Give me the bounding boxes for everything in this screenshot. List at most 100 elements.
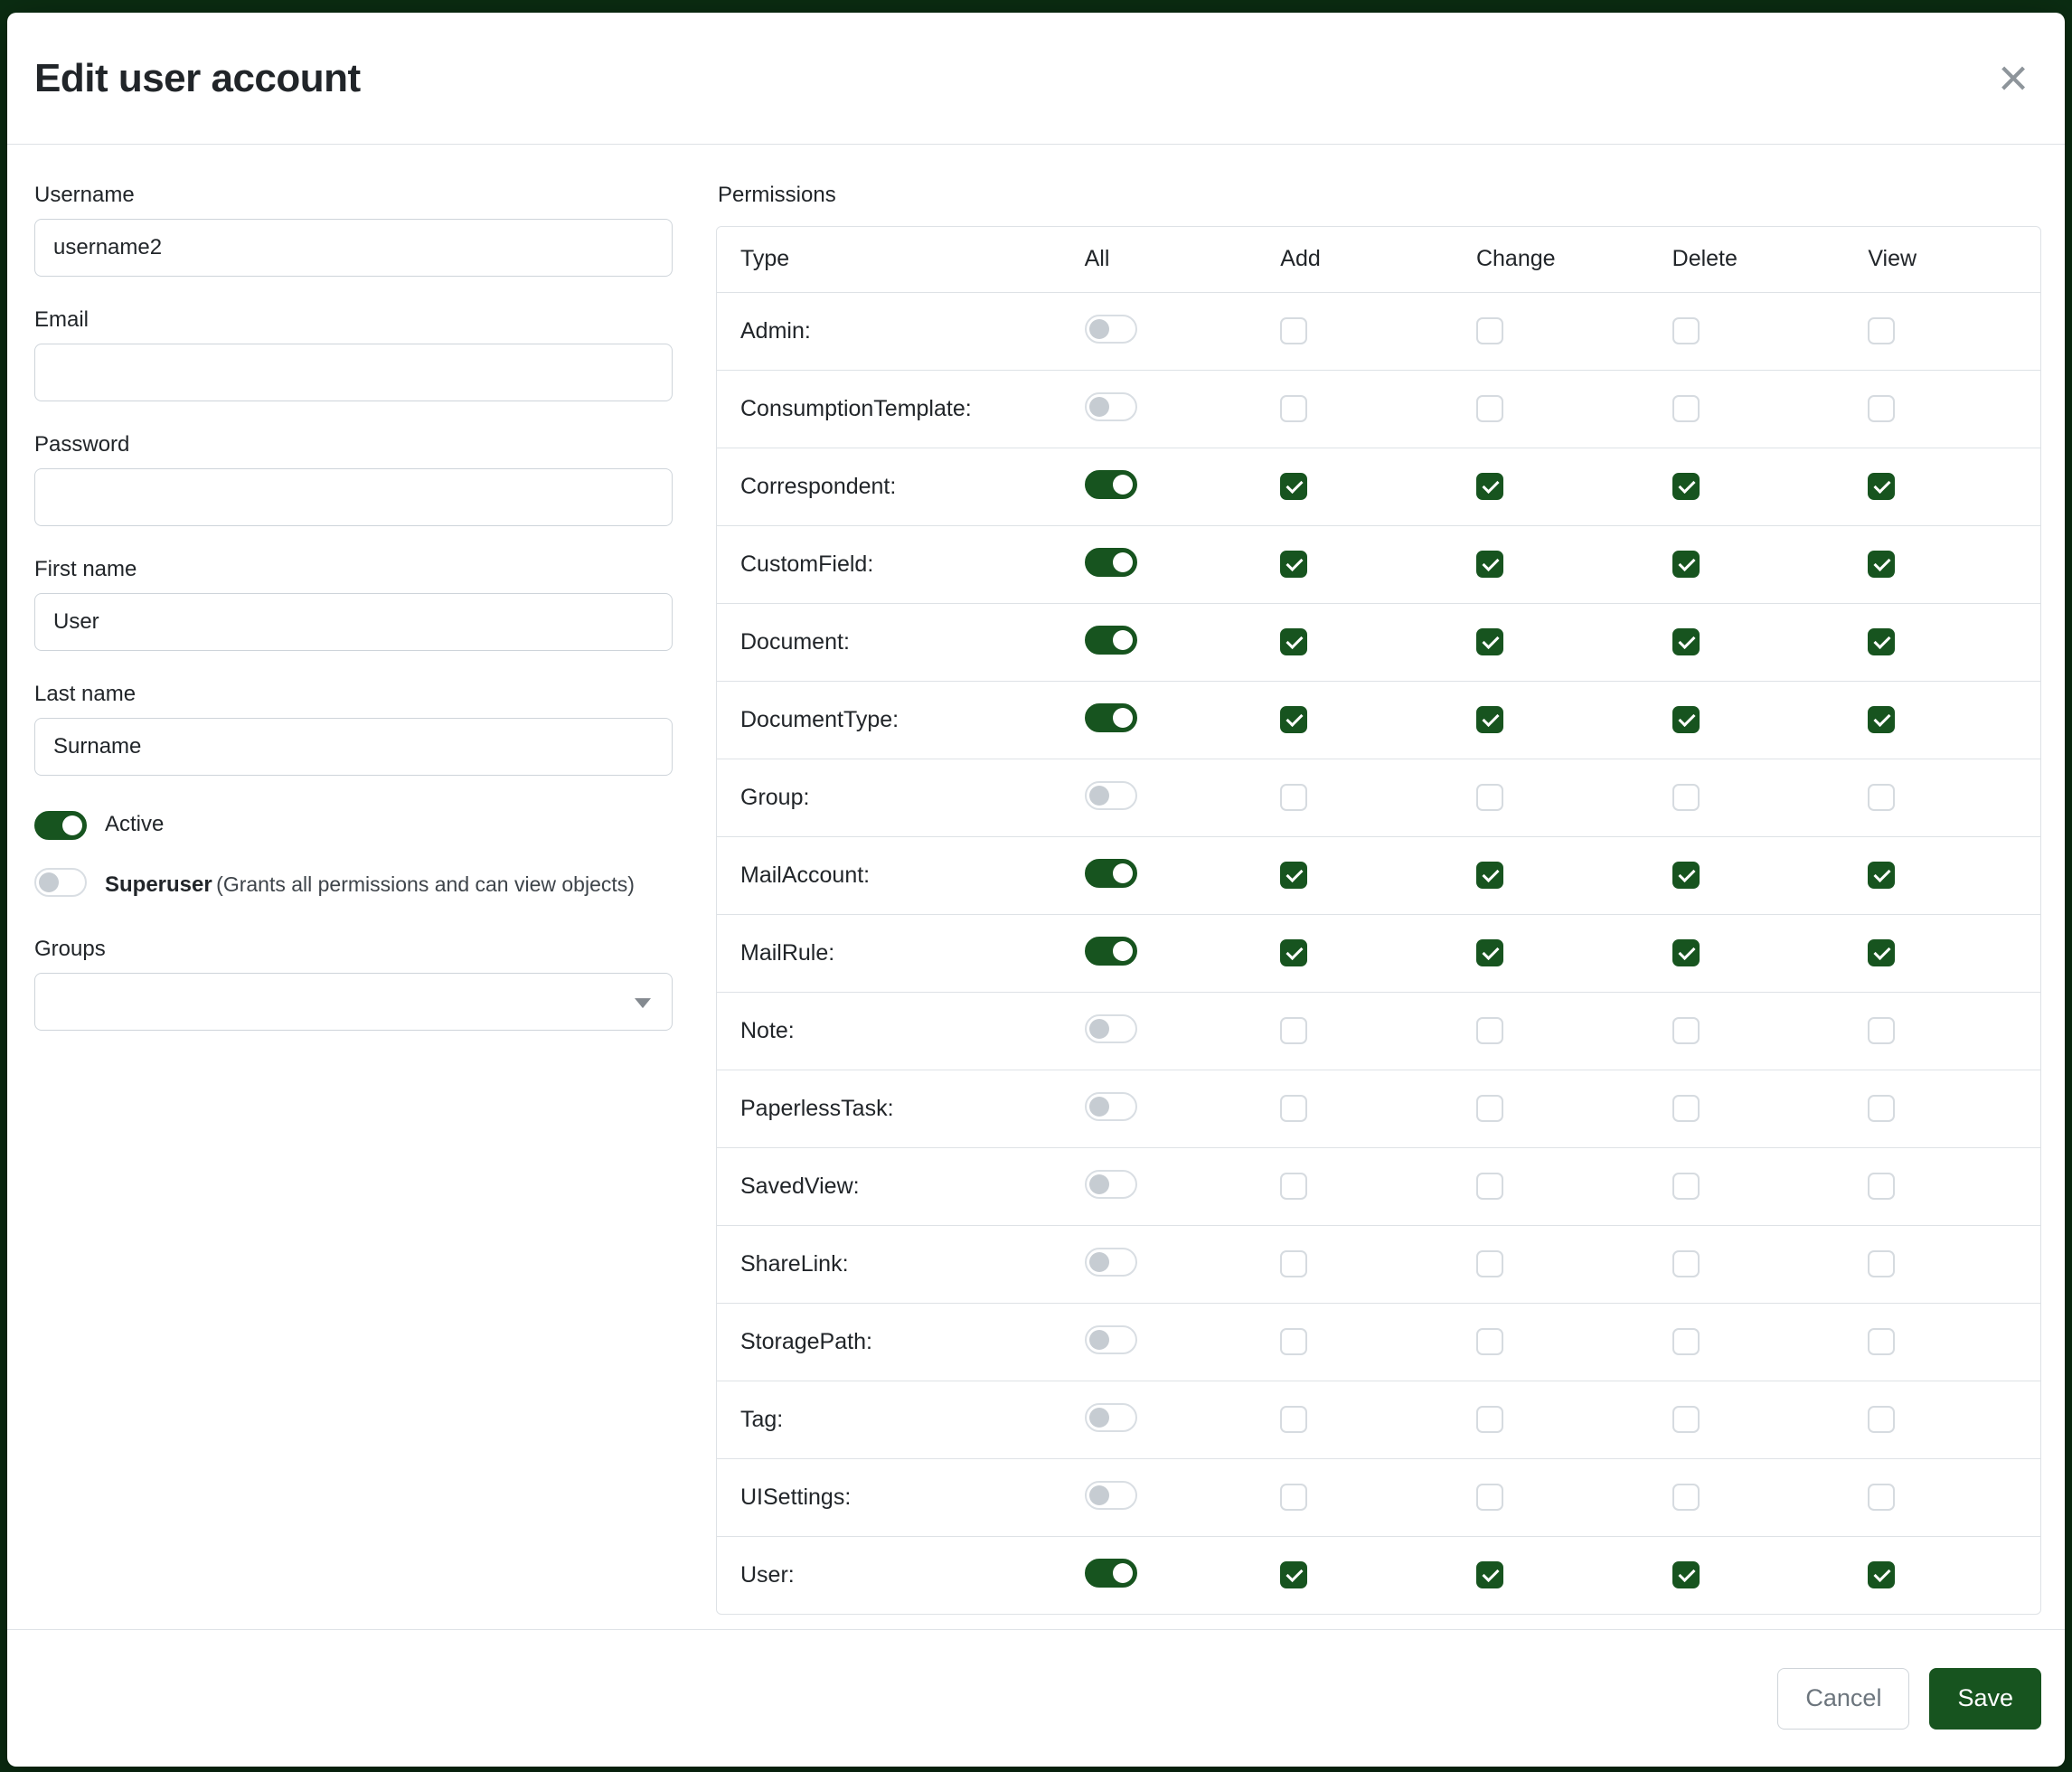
all-toggle[interactable] bbox=[1085, 392, 1137, 421]
add-checkbox[interactable] bbox=[1280, 317, 1307, 344]
cancel-button[interactable]: Cancel bbox=[1777, 1668, 1909, 1730]
all-toggle[interactable] bbox=[1085, 937, 1137, 966]
all-toggle[interactable] bbox=[1085, 1325, 1137, 1354]
change-checkbox[interactable] bbox=[1476, 317, 1503, 344]
delete-checkbox[interactable] bbox=[1672, 862, 1700, 889]
view-checkbox[interactable] bbox=[1868, 1173, 1895, 1200]
close-icon[interactable]: × bbox=[1989, 52, 2038, 105]
add-checkbox[interactable] bbox=[1280, 1173, 1307, 1200]
delete-checkbox[interactable] bbox=[1672, 1250, 1700, 1277]
delete-checkbox[interactable] bbox=[1672, 1328, 1700, 1355]
change-checkbox[interactable] bbox=[1476, 862, 1503, 889]
delete-checkbox[interactable] bbox=[1672, 1484, 1700, 1511]
delete-checkbox[interactable] bbox=[1672, 1017, 1700, 1044]
add-checkbox[interactable] bbox=[1280, 395, 1307, 422]
delete-checkbox[interactable] bbox=[1672, 551, 1700, 578]
view-checkbox[interactable] bbox=[1868, 395, 1895, 422]
view-checkbox[interactable] bbox=[1868, 1328, 1895, 1355]
password-input[interactable] bbox=[34, 468, 673, 526]
view-checkbox[interactable] bbox=[1868, 1017, 1895, 1044]
change-checkbox[interactable] bbox=[1476, 1328, 1503, 1355]
add-checkbox[interactable] bbox=[1280, 473, 1307, 500]
add-checkbox[interactable] bbox=[1280, 1095, 1307, 1122]
last-name-input[interactable] bbox=[34, 718, 673, 776]
view-checkbox[interactable] bbox=[1868, 473, 1895, 500]
change-checkbox[interactable] bbox=[1476, 551, 1503, 578]
delete-checkbox[interactable] bbox=[1672, 317, 1700, 344]
all-toggle[interactable] bbox=[1085, 1170, 1137, 1199]
view-checkbox[interactable] bbox=[1868, 1095, 1895, 1122]
view-checkbox[interactable] bbox=[1868, 939, 1895, 966]
view-checkbox[interactable] bbox=[1868, 551, 1895, 578]
add-checkbox[interactable] bbox=[1280, 939, 1307, 966]
add-checkbox[interactable] bbox=[1280, 551, 1307, 578]
add-checkbox[interactable] bbox=[1280, 1561, 1307, 1588]
all-toggle[interactable] bbox=[1085, 1559, 1137, 1588]
add-checkbox[interactable] bbox=[1280, 706, 1307, 733]
delete-checkbox[interactable] bbox=[1672, 939, 1700, 966]
view-checkbox[interactable] bbox=[1868, 317, 1895, 344]
change-checkbox[interactable] bbox=[1476, 1095, 1503, 1122]
change-checkbox[interactable] bbox=[1476, 395, 1503, 422]
delete-checkbox[interactable] bbox=[1672, 395, 1700, 422]
add-checkbox[interactable] bbox=[1280, 1017, 1307, 1044]
delete-checkbox[interactable] bbox=[1672, 1173, 1700, 1200]
change-checkbox[interactable] bbox=[1476, 1406, 1503, 1433]
all-toggle[interactable] bbox=[1085, 1481, 1137, 1510]
view-checkbox[interactable] bbox=[1868, 1250, 1895, 1277]
change-checkbox[interactable] bbox=[1476, 1173, 1503, 1200]
view-checkbox[interactable] bbox=[1868, 706, 1895, 733]
all-toggle[interactable] bbox=[1085, 1014, 1137, 1043]
add-checkbox[interactable] bbox=[1280, 1328, 1307, 1355]
add-checkbox[interactable] bbox=[1280, 1484, 1307, 1511]
change-checkbox[interactable] bbox=[1476, 784, 1503, 811]
view-checkbox[interactable] bbox=[1868, 862, 1895, 889]
delete-checkbox[interactable] bbox=[1672, 706, 1700, 733]
change-checkbox[interactable] bbox=[1476, 939, 1503, 966]
active-toggle[interactable] bbox=[34, 811, 87, 840]
view-checkbox[interactable] bbox=[1868, 628, 1895, 655]
delete-checkbox[interactable] bbox=[1672, 473, 1700, 500]
all-toggle[interactable] bbox=[1085, 1403, 1137, 1432]
view-checkbox[interactable] bbox=[1868, 1406, 1895, 1433]
username-input[interactable] bbox=[34, 219, 673, 277]
all-toggle[interactable] bbox=[1085, 548, 1137, 577]
all-toggle[interactable] bbox=[1085, 1248, 1137, 1277]
view-checkbox[interactable] bbox=[1868, 1484, 1895, 1511]
all-toggle[interactable] bbox=[1085, 470, 1137, 499]
change-checkbox[interactable] bbox=[1476, 1250, 1503, 1277]
add-checkbox[interactable] bbox=[1280, 862, 1307, 889]
delete-checkbox[interactable] bbox=[1672, 1095, 1700, 1122]
change-checkbox[interactable] bbox=[1476, 706, 1503, 733]
groups-select[interactable] bbox=[34, 973, 673, 1031]
all-toggle[interactable] bbox=[1085, 781, 1137, 810]
change-checkbox[interactable] bbox=[1476, 473, 1503, 500]
superuser-text: Superuser (Grants all permissions and ca… bbox=[105, 866, 635, 906]
view-checkbox[interactable] bbox=[1868, 1561, 1895, 1588]
change-checkbox[interactable] bbox=[1476, 1017, 1503, 1044]
permission-type-label: DocumentType: bbox=[717, 681, 1061, 759]
change-checkbox[interactable] bbox=[1476, 1561, 1503, 1588]
all-toggle[interactable] bbox=[1085, 315, 1137, 344]
groups-input[interactable] bbox=[34, 973, 673, 1031]
delete-checkbox[interactable] bbox=[1672, 1406, 1700, 1433]
add-checkbox[interactable] bbox=[1280, 628, 1307, 655]
add-checkbox[interactable] bbox=[1280, 1250, 1307, 1277]
superuser-toggle[interactable] bbox=[34, 868, 87, 897]
permission-type-label: StoragePath: bbox=[717, 1303, 1061, 1381]
change-checkbox[interactable] bbox=[1476, 1484, 1503, 1511]
all-toggle[interactable] bbox=[1085, 703, 1137, 732]
view-checkbox[interactable] bbox=[1868, 784, 1895, 811]
delete-checkbox[interactable] bbox=[1672, 784, 1700, 811]
delete-checkbox[interactable] bbox=[1672, 1561, 1700, 1588]
change-checkbox[interactable] bbox=[1476, 628, 1503, 655]
delete-checkbox[interactable] bbox=[1672, 628, 1700, 655]
email-input[interactable] bbox=[34, 344, 673, 401]
add-checkbox[interactable] bbox=[1280, 1406, 1307, 1433]
all-toggle[interactable] bbox=[1085, 1092, 1137, 1121]
save-button[interactable]: Save bbox=[1929, 1668, 2041, 1730]
first-name-input[interactable] bbox=[34, 593, 673, 651]
all-toggle[interactable] bbox=[1085, 859, 1137, 888]
add-checkbox[interactable] bbox=[1280, 784, 1307, 811]
all-toggle[interactable] bbox=[1085, 626, 1137, 655]
